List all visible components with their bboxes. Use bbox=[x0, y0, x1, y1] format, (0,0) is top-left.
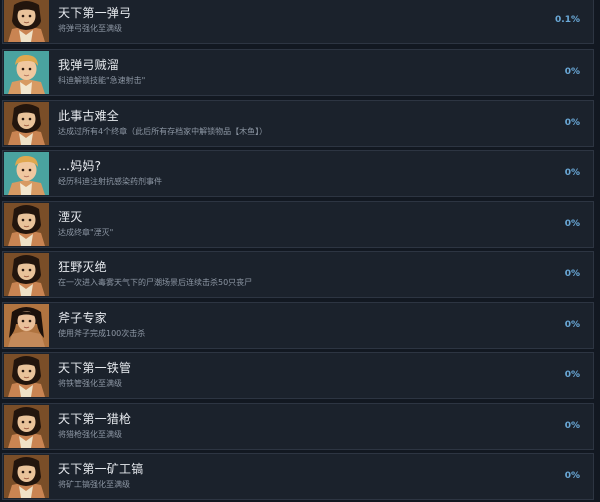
achievement-row[interactable]: 此事古难全 达成过所有4个终章（此后所有存档家中解锁物品【木鱼】） 0% bbox=[2, 100, 594, 147]
achievement-percent: 0% bbox=[564, 269, 580, 279]
portrait-woman-avatar bbox=[4, 304, 49, 347]
achievement-description: 科迪解锁技能"急速射击" bbox=[58, 76, 146, 85]
portrait-dark-hair-avatar bbox=[4, 102, 49, 145]
portrait-dark-hair-avatar bbox=[4, 354, 49, 397]
achievement-percent: 0% bbox=[564, 370, 580, 380]
achievement-title: 天下第一弹弓 bbox=[58, 6, 132, 20]
achievement-title: …妈妈? bbox=[58, 159, 102, 173]
portrait-dark-hair-avatar bbox=[4, 0, 49, 42]
achievement-percent: 0% bbox=[564, 168, 580, 178]
achievement-percent: 0% bbox=[564, 118, 580, 128]
portrait-dark-hair-avatar bbox=[4, 455, 49, 498]
achievement-row[interactable]: 湮灭 达成终章"湮灭" 0% bbox=[2, 201, 594, 248]
achievement-title: 湮灭 bbox=[58, 210, 83, 224]
portrait-dark-hair-avatar bbox=[4, 405, 49, 448]
achievement-description: 使用斧子完成100次击杀 bbox=[58, 329, 146, 338]
achievement-description: 将铁管强化至满级 bbox=[58, 379, 122, 388]
achievement-percent: 0.1% bbox=[555, 15, 580, 25]
achievement-row[interactable]: 天下第一铁管 将铁管强化至满级 0% bbox=[2, 352, 594, 399]
achievement-title: 天下第一铁管 bbox=[58, 361, 132, 375]
achievement-percent: 0% bbox=[564, 471, 580, 481]
achievement-percent: 0% bbox=[564, 219, 580, 229]
achievement-row[interactable]: 天下第一矿工镐 将矿工镐强化至满级 0% bbox=[2, 453, 594, 500]
achievement-row[interactable]: 狂野灭绝 在一次进入毒雾天气下的尸潮场景后连续击杀50只丧尸 0% bbox=[2, 251, 594, 298]
achievement-description: 将矿工镐强化至满级 bbox=[58, 480, 130, 489]
achievement-title: 天下第一矿工镐 bbox=[58, 462, 144, 476]
achievement-percent: 0% bbox=[564, 320, 580, 330]
achievement-description: 将弹弓强化至满级 bbox=[58, 24, 122, 33]
portrait-dark-hair-avatar bbox=[4, 203, 49, 246]
achievement-description: 达成终章"湮灭" bbox=[58, 228, 114, 237]
achievement-title: 我弹弓贼溜 bbox=[58, 58, 120, 72]
portrait-dark-hair-avatar bbox=[4, 253, 49, 296]
achievement-row[interactable]: …妈妈? 经历科迪注射抗感染药剂事件 0% bbox=[2, 150, 594, 197]
achievement-title: 天下第一猎枪 bbox=[58, 412, 132, 426]
achievement-description: 在一次进入毒雾天气下的尸潮场景后连续击杀50只丧尸 bbox=[58, 278, 253, 287]
achievement-description: 达成过所有4个终章（此后所有存档家中解锁物品【木鱼】） bbox=[58, 127, 268, 136]
portrait-blonde-boy-avatar bbox=[4, 51, 49, 94]
achievement-title: 狂野灭绝 bbox=[58, 260, 107, 274]
achievement-percent: 0% bbox=[564, 67, 580, 77]
achievement-description: 经历科迪注射抗感染药剂事件 bbox=[58, 177, 162, 186]
achievement-row[interactable]: 天下第一弹弓 将弹弓强化至满级 0.1% bbox=[2, 0, 594, 44]
achievement-row[interactable]: 天下第一猎枪 将猎枪强化至满级 0% bbox=[2, 403, 594, 450]
portrait-blonde-boy-avatar bbox=[4, 152, 49, 195]
achievement-percent: 0% bbox=[564, 421, 580, 431]
achievement-title: 斧子专家 bbox=[58, 311, 107, 325]
achievement-list: 天下第一弹弓 将弹弓强化至满级 0.1% 我弹弓贼溜 科迪解锁技能"急速射击" … bbox=[0, 0, 600, 502]
achievement-row[interactable]: 斧子专家 使用斧子完成100次击杀 0% bbox=[2, 302, 594, 349]
achievement-row[interactable]: 我弹弓贼溜 科迪解锁技能"急速射击" 0% bbox=[2, 49, 594, 96]
achievement-description: 将猎枪强化至满级 bbox=[58, 430, 122, 439]
achievement-title: 此事古难全 bbox=[58, 109, 120, 123]
